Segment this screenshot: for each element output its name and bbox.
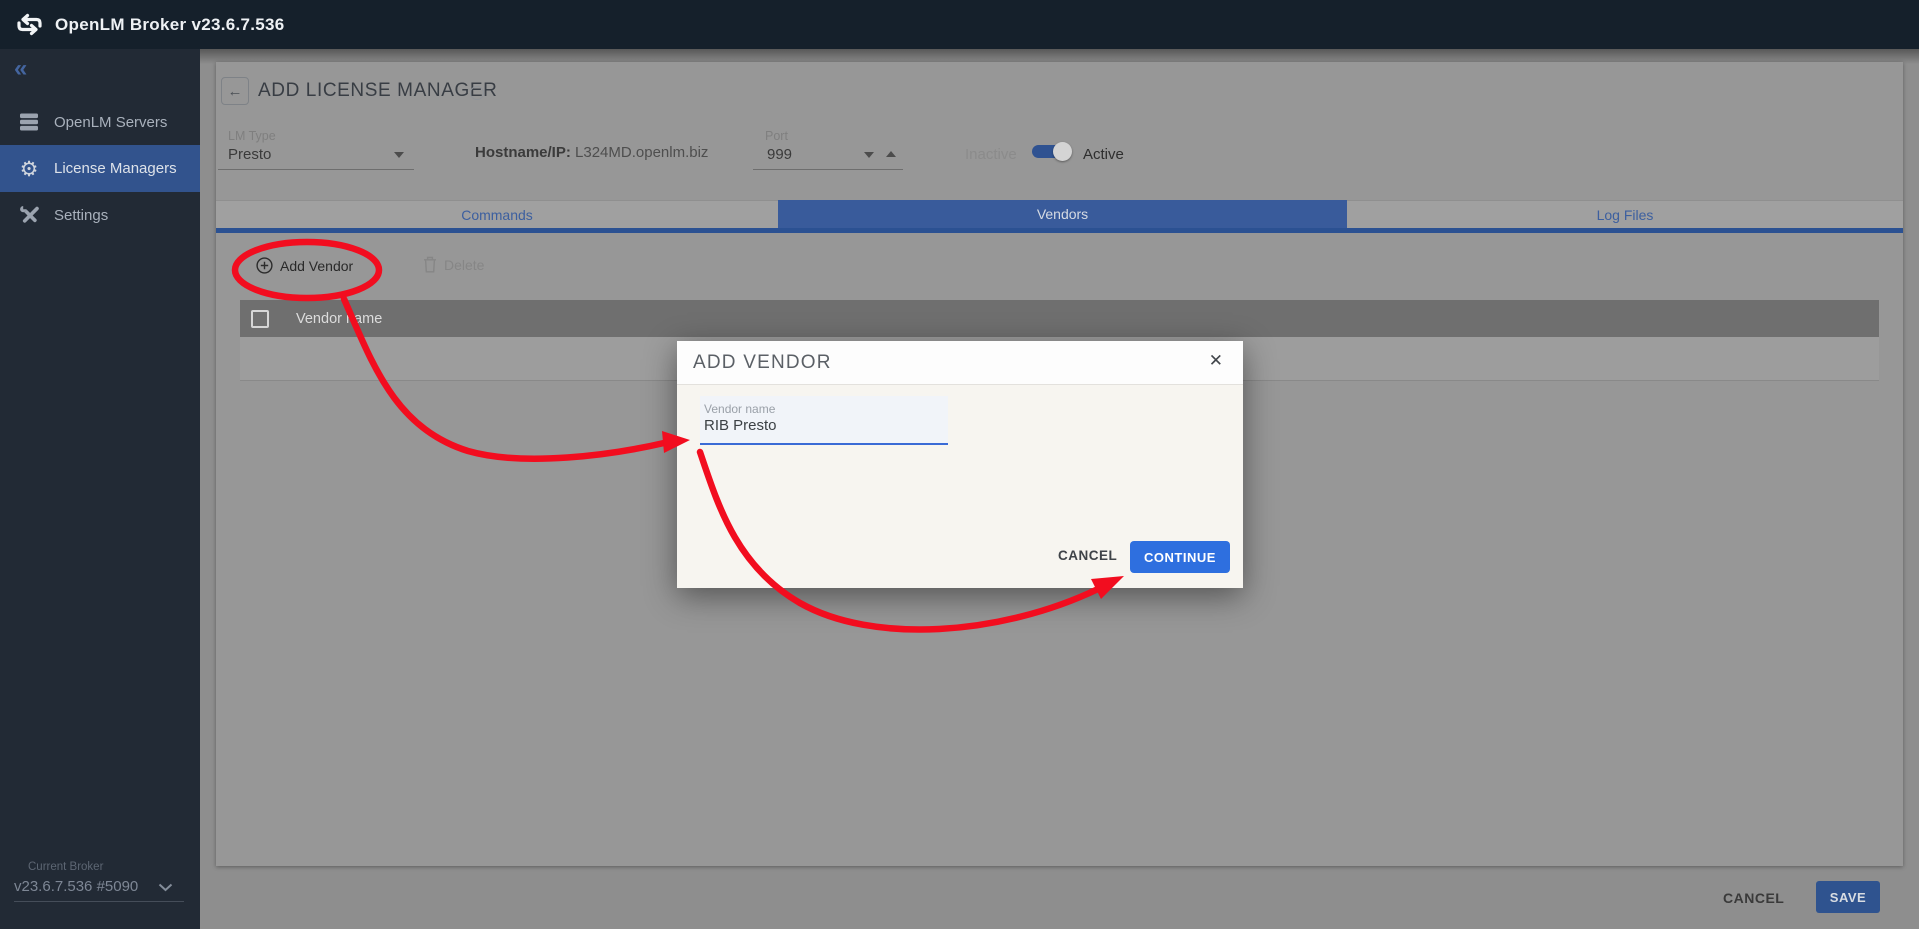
- add-vendor-dialog: ADD VENDOR ✕ Vendor name CANCEL CONTINUE: [677, 341, 1243, 588]
- select-all-checkbox[interactable]: [251, 310, 269, 328]
- lm-type-select[interactable]: Presto: [228, 146, 271, 163]
- back-button[interactable]: ←: [221, 77, 249, 105]
- openlm-logo-icon: [16, 13, 43, 36]
- tab-commands[interactable]: Commands: [216, 200, 778, 229]
- active-toggle-knob[interactable]: [1053, 142, 1072, 161]
- cancel-button[interactable]: CANCEL: [1723, 890, 1784, 906]
- delete-label: Delete: [444, 257, 484, 273]
- gear-icon: ⚙: [18, 159, 40, 179]
- port-increment-icon[interactable]: [886, 151, 896, 157]
- dialog-header: ADD VENDOR ✕: [677, 341, 1243, 385]
- port-label: Port: [765, 129, 788, 143]
- lm-type-label: LM Type: [228, 129, 276, 143]
- sidebar-item-settings[interactable]: Settings: [0, 192, 200, 238]
- hostname-field: Hostname/IP: L324MD.openlm.biz: [475, 144, 708, 161]
- openlm-broker-app: OpenLM Broker v23.6.7.536 « OpenLM Serve…: [0, 0, 1919, 929]
- back-arrow-icon: ←: [228, 83, 243, 100]
- lm-type-dropdown-icon[interactable]: [394, 152, 404, 158]
- vendor-name-label: Vendor name: [704, 402, 775, 416]
- port-underline: [753, 169, 903, 170]
- dialog-cancel-button[interactable]: CANCEL: [1058, 548, 1117, 563]
- port-input[interactable]: 999: [767, 146, 792, 163]
- add-vendor-label: Add Vendor: [280, 258, 353, 274]
- tab-log-files[interactable]: Log Files: [1347, 200, 1903, 229]
- delete-button[interactable]: Delete: [423, 256, 484, 273]
- dialog-continue-button[interactable]: CONTINUE: [1130, 541, 1230, 573]
- dialog-title: ADD VENDOR: [693, 352, 832, 374]
- chevron-down-icon[interactable]: [158, 883, 173, 892]
- tab-vendors[interactable]: Vendors: [778, 200, 1347, 228]
- page-title: ADD LICENSE MANAGER: [258, 80, 497, 102]
- current-broker-label: Current Broker: [28, 861, 103, 873]
- tools-icon: [18, 205, 40, 226]
- info-icon: [470, 86, 484, 100]
- sidebar-item-label: OpenLM Servers: [54, 114, 167, 131]
- port-decrement-icon[interactable]: [864, 152, 874, 158]
- lm-type-underline: [218, 169, 414, 170]
- vendor-name-input[interactable]: [704, 417, 942, 434]
- save-button[interactable]: SAVE: [1816, 881, 1880, 913]
- continue-label: CONTINUE: [1144, 550, 1216, 565]
- toggle-off-label: Inactive: [965, 146, 1017, 163]
- hostname-label: Hostname/IP:: [475, 144, 571, 161]
- current-broker-select[interactable]: v23.6.7.536 #5090: [14, 878, 138, 895]
- close-icon[interactable]: ✕: [1209, 351, 1223, 371]
- table-header-row: Vendor name: [240, 300, 1879, 337]
- broker-underline: [14, 901, 184, 902]
- save-label: SAVE: [1830, 890, 1866, 905]
- sidebar-item-label: Settings: [54, 207, 108, 224]
- plus-circle-icon: [256, 257, 273, 274]
- servers-icon: [18, 112, 40, 132]
- sidebar-item-label: License Managers: [54, 160, 177, 177]
- column-header-vendor-name: Vendor name: [296, 311, 382, 327]
- top-bar: OpenLM Broker v23.6.7.536: [0, 0, 1919, 49]
- trash-icon: [423, 256, 437, 273]
- sidebar-item-license-managers[interactable]: ⚙ License Managers: [0, 145, 200, 192]
- add-vendor-button[interactable]: Add Vendor: [256, 257, 353, 274]
- toggle-on-label: Active: [1083, 146, 1124, 163]
- collapse-sidebar-icon[interactable]: «: [14, 55, 27, 83]
- tab-indicator-strip: [216, 228, 1903, 233]
- hostname-value: L324MD.openlm.biz: [571, 144, 709, 161]
- sidebar-item-openlm-servers[interactable]: OpenLM Servers: [0, 99, 200, 145]
- app-title: OpenLM Broker v23.6.7.536: [55, 15, 285, 35]
- vendor-name-field[interactable]: Vendor name: [700, 396, 948, 445]
- sidebar: « OpenLM Servers ⚙ License Managers: [0, 49, 200, 929]
